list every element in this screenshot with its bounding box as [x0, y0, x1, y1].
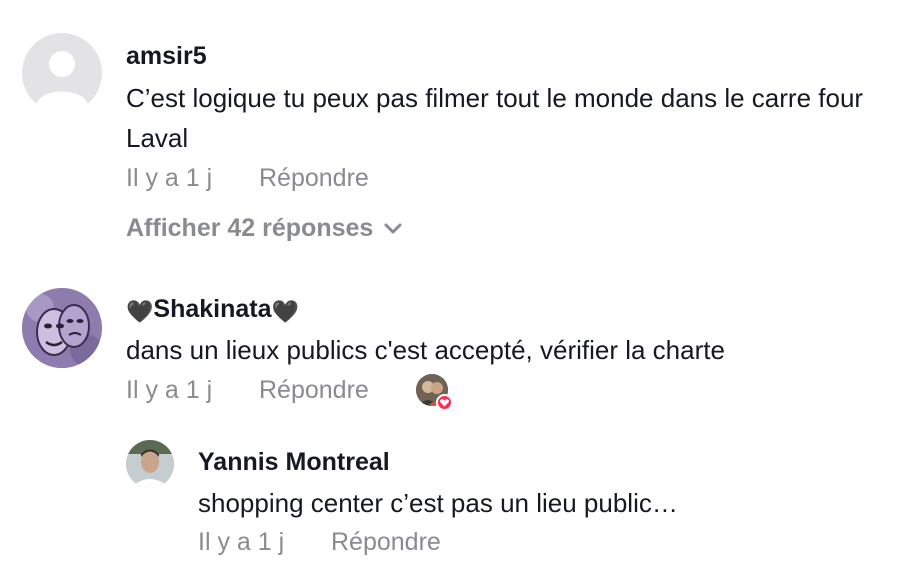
avatar[interactable]: [22, 288, 102, 368]
avatar[interactable]: [22, 33, 102, 113]
black-heart-icon: 🖤: [271, 299, 299, 324]
reply-button[interactable]: Répondre: [331, 528, 441, 557]
user-photo-avatar: [126, 440, 174, 488]
comment-timestamp: Il y a 1 j: [126, 164, 213, 192]
default-user-icon: [36, 51, 88, 113]
reply-timestamp: Il y a 1 j: [198, 528, 285, 556]
comment-text: dans un lieux publics c'est accepté, vér…: [126, 335, 725, 365]
black-heart-icon: 🖤: [126, 299, 154, 324]
reply-username[interactable]: Yannis Montreal: [198, 448, 390, 477]
view-replies-label: Afficher 42 réponses: [126, 214, 374, 242]
avatar[interactable]: [126, 440, 174, 488]
comment-username[interactable]: 🖤Shakinata🖤: [126, 295, 299, 325]
chevron-down-icon: [384, 223, 402, 233]
reply-button[interactable]: Répondre: [259, 376, 369, 405]
reply-text: shopping center c’est pas un lieu public…: [198, 488, 678, 518]
comment-text: C’est logique tu peux pas filmer tout le…: [126, 83, 864, 153]
reply-button[interactable]: Répondre: [259, 164, 369, 193]
comment-timestamp: Il y a 1 j: [126, 376, 213, 404]
comment-username[interactable]: amsir5: [126, 42, 207, 71]
creator-like-badge: [416, 374, 453, 411]
view-replies-button[interactable]: Afficher 42 réponses: [126, 214, 403, 243]
comment-username-text: Shakinata: [153, 295, 272, 323]
masks-avatar-image: [22, 288, 102, 368]
creator-like-heart-icon: [436, 394, 453, 411]
